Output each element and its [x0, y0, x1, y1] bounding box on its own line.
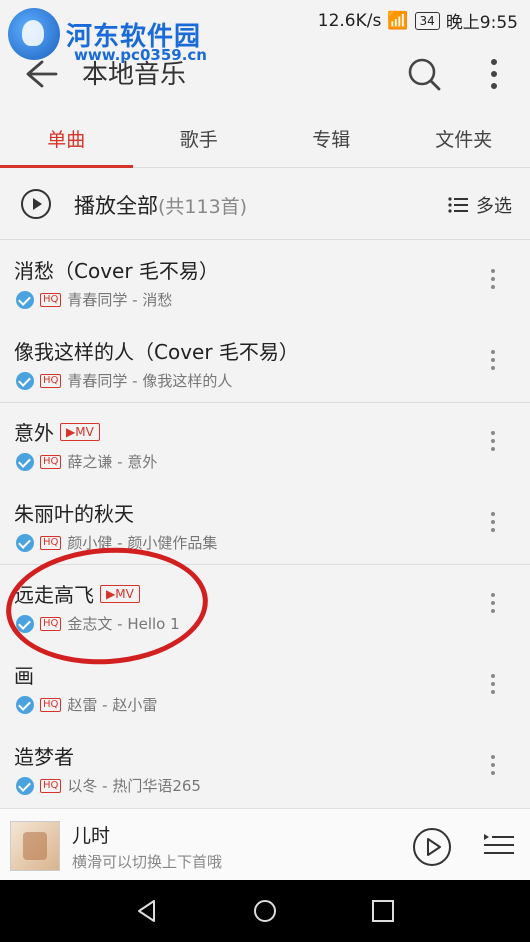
signal-icon: 📶 — [387, 10, 409, 31]
song-title: 画 — [14, 664, 34, 688]
app-bar: 本地音乐 — [0, 38, 530, 112]
network-speed: 12.6K/s — [317, 10, 382, 31]
song-title-wrap: 意外 ▶MV — [14, 417, 100, 446]
song-title: 朱丽叶的秋天 — [14, 502, 134, 526]
song-title: 远走高飞 — [14, 583, 94, 607]
downloaded-check-icon — [16, 533, 34, 552]
page-title: 本地音乐 — [82, 60, 187, 90]
playlist-icon[interactable] — [482, 831, 514, 859]
system-nav-bar — [0, 880, 530, 942]
song-meta: HQ 薛之谦 - 意外 — [16, 451, 157, 472]
song-artist-album: 薛之谦 - 意外 — [67, 453, 158, 471]
play-all-text: 播放全部 — [74, 194, 158, 218]
tab-bar: 单曲 歌手 专辑 文件夹 — [0, 112, 530, 168]
song-artist-album: 赵雷 - 赵小雷 — [67, 696, 158, 714]
play-icon[interactable] — [412, 827, 452, 867]
clock: 晚上9:55 — [445, 13, 518, 33]
song-more-icon[interactable] — [486, 431, 500, 455]
song-row[interactable]: 像我这样的人（Cover 毛不易） HQ 青春同学 - 像我这样的人 — [0, 322, 530, 403]
mv-play-icon: ▶ — [66, 424, 76, 439]
hq-badge: HQ — [40, 778, 62, 793]
song-more-icon[interactable] — [486, 512, 500, 536]
downloaded-check-icon — [16, 695, 34, 714]
song-more-icon[interactable] — [486, 350, 500, 374]
tab-songs[interactable]: 单曲 — [0, 112, 133, 168]
song-meta: HQ 颜小健 - 颜小健作品集 — [16, 532, 217, 553]
list-icon — [448, 197, 468, 213]
mini-player[interactable]: 儿时 横滑可以切换上下首哦 — [0, 808, 530, 880]
play-circle-icon[interactable] — [20, 188, 52, 220]
song-more-icon[interactable] — [486, 593, 500, 617]
tab-albums[interactable]: 专辑 — [265, 112, 398, 167]
hq-badge: HQ — [40, 616, 62, 631]
song-artist-album: 以冬 - 热门华语265 — [67, 777, 201, 795]
song-list: 消愁（Cover 毛不易） HQ 青春同学 - 消愁 像我这样的人（Cover … — [0, 241, 530, 808]
song-title-wrap: 像我这样的人（Cover 毛不易） — [14, 336, 299, 365]
mv-label: MV — [75, 424, 94, 439]
song-artist-album: 颜小健 - 颜小健作品集 — [67, 534, 218, 552]
song-count: (共113首) — [158, 196, 248, 218]
more-vertical-icon[interactable] — [480, 56, 508, 92]
multi-select-button[interactable]: 多选 — [448, 192, 512, 218]
song-row[interactable]: 意外 ▶MV HQ 薛之谦 - 意外 — [0, 403, 530, 484]
song-artist-album: 青春同学 - 消愁 — [67, 291, 173, 309]
song-title: 消愁（Cover 毛不易） — [14, 259, 219, 283]
song-more-icon[interactable] — [486, 269, 500, 293]
song-title: 像我这样的人（Cover 毛不易） — [14, 340, 299, 364]
play-all-bar[interactable]: 播放全部(共113首) 多选 — [0, 168, 530, 240]
song-row[interactable]: 朱丽叶的秋天 HQ 颜小健 - 颜小健作品集 — [0, 484, 530, 565]
song-row[interactable]: 画 HQ 赵雷 - 赵小雷 — [0, 646, 530, 727]
song-row[interactable]: 造梦者 HQ 以冬 - 热门华语265 — [0, 727, 530, 808]
song-meta: HQ 金志文 - Hello 1 — [16, 613, 180, 634]
hq-badge: HQ — [40, 454, 62, 469]
song-more-icon[interactable] — [486, 755, 500, 779]
downloaded-check-icon — [16, 290, 34, 309]
song-title-wrap: 朱丽叶的秋天 — [14, 498, 134, 527]
song-title: 造梦者 — [14, 745, 74, 769]
now-playing-subtitle: 横滑可以切换上下首哦 — [72, 853, 223, 871]
mv-play-icon: ▶ — [106, 586, 116, 601]
song-artist-album: 金志文 - Hello 1 — [67, 615, 180, 633]
tab-folders[interactable]: 文件夹 — [398, 112, 530, 167]
hq-badge: HQ — [40, 535, 62, 550]
song-meta: HQ 以冬 - 热门华语265 — [16, 775, 201, 796]
song-row[interactable]: 远走高飞 ▶MV HQ 金志文 - Hello 1 — [0, 565, 530, 646]
now-playing-title: 儿时 — [72, 825, 111, 847]
hq-badge: HQ — [40, 292, 62, 307]
status-right: 12.6K/s 📶 34 晚上9:55 — [317, 8, 518, 34]
downloaded-check-icon — [16, 614, 34, 633]
play-all-label[interactable]: 播放全部(共113首) — [74, 190, 247, 220]
downloaded-check-icon — [16, 371, 34, 390]
song-title-wrap: 远走高飞 ▶MV — [14, 579, 140, 608]
back-arrow-icon[interactable] — [20, 56, 60, 92]
mv-badge[interactable]: ▶MV — [100, 584, 140, 603]
mv-label: MV — [115, 586, 134, 601]
tab-artists[interactable]: 歌手 — [133, 112, 266, 167]
album-cover[interactable] — [10, 821, 60, 871]
nav-home-icon[interactable] — [252, 898, 278, 924]
song-meta: HQ 赵雷 - 赵小雷 — [16, 694, 157, 715]
song-title-wrap: 画 — [14, 660, 34, 689]
hq-badge: HQ — [40, 373, 62, 388]
downloaded-check-icon — [16, 776, 34, 795]
mv-badge[interactable]: ▶MV — [60, 422, 100, 441]
song-meta: HQ 青春同学 - 消愁 — [16, 289, 172, 310]
downloaded-check-icon — [16, 452, 34, 471]
song-row[interactable]: 消愁（Cover 毛不易） HQ 青春同学 - 消愁 — [0, 241, 530, 322]
song-title-wrap: 造梦者 — [14, 741, 74, 770]
song-title-wrap: 消愁（Cover 毛不易） — [14, 255, 219, 284]
battery-icon: 34 — [414, 11, 440, 30]
hq-badge: HQ — [40, 697, 62, 712]
song-meta: HQ 青春同学 - 像我这样的人 — [16, 370, 232, 391]
song-artist-album: 青春同学 - 像我这样的人 — [67, 372, 233, 390]
nav-back-icon[interactable] — [134, 898, 160, 924]
multi-select-label: 多选 — [476, 196, 512, 217]
song-more-icon[interactable] — [486, 674, 500, 698]
search-icon[interactable] — [406, 56, 442, 92]
nav-recent-icon[interactable] — [370, 898, 396, 924]
song-title: 意外 — [14, 421, 54, 445]
